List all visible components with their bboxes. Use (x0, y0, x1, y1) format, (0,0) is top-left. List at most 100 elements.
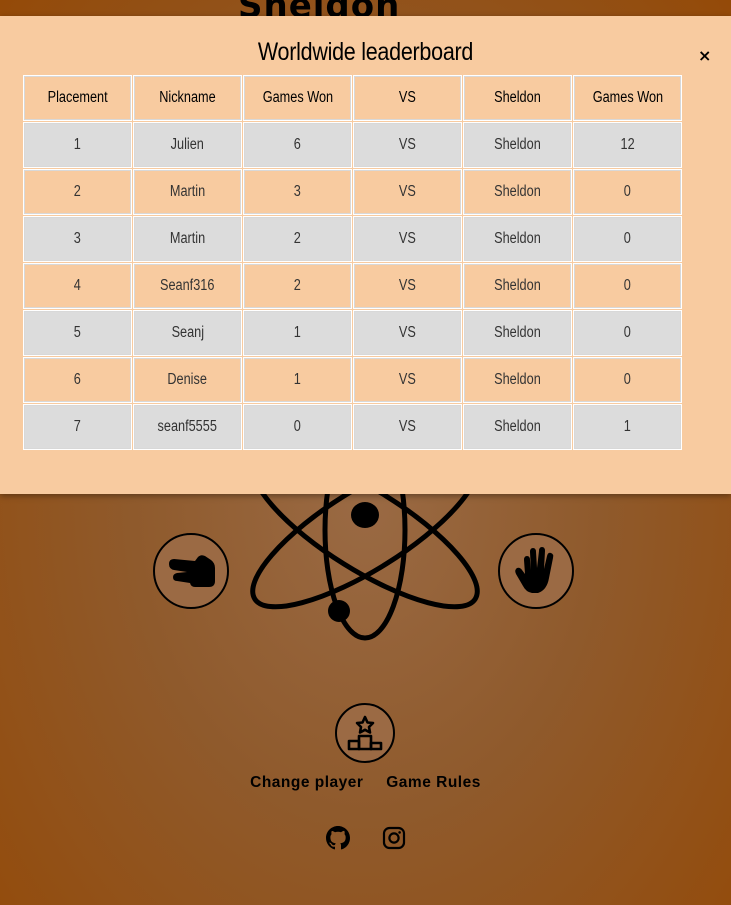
column-header: Sheldon (464, 76, 571, 120)
table-cell-text: 0 (623, 183, 632, 200)
table-cell-text: Seanf316 (160, 277, 215, 294)
table-cell-text: seanf5555 (157, 418, 218, 435)
table-cell: 5 (24, 311, 131, 355)
table-row: 2 Martin 3 VS Sheldon 0 (24, 170, 681, 214)
table-cell: 0 (574, 311, 681, 355)
table-cell-text: 0 (623, 230, 632, 247)
column-header-label: Sheldon (494, 89, 541, 106)
column-header: Nickname (134, 76, 241, 120)
column-header-label: VS (399, 89, 416, 106)
table-cell-text: 0 (623, 324, 632, 341)
table-cell-text: 3 (293, 183, 302, 200)
table-cell-text: 4 (73, 277, 82, 294)
table-row: 3 Martin 2 VS Sheldon 0 (24, 217, 681, 261)
table-cell-text: Sheldon (494, 324, 541, 341)
table-cell: Martin (134, 170, 241, 214)
table-cell-text: Seanj (171, 324, 204, 341)
table-cell: 4 (24, 264, 131, 308)
table-cell-text: Denise (167, 371, 208, 388)
table-cell: 2 (24, 170, 131, 214)
column-header: Placement (24, 76, 131, 120)
table-cell-text: VS (399, 418, 416, 435)
table-cell: VS (354, 264, 461, 308)
table-cell-text: Sheldon (494, 183, 541, 200)
table-cell: 0 (574, 170, 681, 214)
table-cell-text: VS (399, 277, 416, 294)
table-cell-text: 1 (73, 136, 82, 153)
table-cell: 1 (24, 123, 131, 167)
instagram-icon[interactable] (382, 826, 406, 850)
leaderboard-table: Placement Nickname Games Won VS Sheldon Games… (21, 73, 684, 452)
table-cell-text: Sheldon (494, 277, 541, 294)
table-cell: VS (354, 311, 461, 355)
table-row: 5 Seanj 1 VS Sheldon 0 (24, 311, 681, 355)
table-cell: 1 (574, 405, 681, 449)
scissors-button[interactable] (153, 533, 229, 609)
table-cell: VS (354, 405, 461, 449)
table-cell-text: 12 (620, 136, 635, 153)
table-cell: Sheldon (464, 217, 571, 261)
table-cell-text: 5 (73, 324, 82, 341)
table-cell: Sheldon (464, 123, 571, 167)
table-cell-text: 0 (623, 371, 632, 388)
table-cell: Julien (134, 123, 241, 167)
table-row: 7 seanf5555 0 VS Sheldon 1 (24, 405, 681, 449)
table-cell: 6 (244, 123, 351, 167)
table-cell: Sheldon (464, 264, 571, 308)
table-cell: 1 (244, 311, 351, 355)
table-cell: Sheldon (464, 311, 571, 355)
table-row: 4 Seanf316 2 VS Sheldon 0 (24, 264, 681, 308)
table-cell-text: 1 (623, 418, 632, 435)
column-header-label: Games Won (262, 89, 333, 106)
github-icon[interactable] (325, 826, 350, 850)
table-cell: VS (354, 358, 461, 402)
table-cell-text: Sheldon (494, 136, 541, 153)
modal-title: Worldwide leaderboard (257, 38, 474, 66)
hand-scissors-icon (169, 555, 215, 587)
column-header-label: Games Won (592, 89, 663, 106)
column-header-label: Nickname (159, 89, 216, 106)
change-player-link[interactable]: Change player (250, 774, 363, 791)
column-header: Games Won (574, 76, 681, 120)
hand-spock-icon (515, 547, 554, 593)
column-header-label: Placement (47, 89, 108, 106)
table-cell: 0 (574, 264, 681, 308)
table-cell: 1 (244, 358, 351, 402)
table-cell: Sheldon (464, 170, 571, 214)
table-cell-text: 2 (293, 277, 302, 294)
table-cell: VS (354, 123, 461, 167)
game-rules-link[interactable]: Game Rules (386, 774, 481, 791)
table-cell: Seanj (134, 311, 241, 355)
table-cell: 12 (574, 123, 681, 167)
leaderboard-modal: Worldwide leaderboard × Placement Nicknam… (0, 16, 731, 494)
table-cell: Sheldon (464, 405, 571, 449)
podium-star-icon (347, 715, 383, 751)
table-cell-text: 3 (73, 230, 82, 247)
table-row: 6 Denise 1 VS Sheldon 0 (24, 358, 681, 402)
table-cell-text: 6 (73, 371, 82, 388)
leaderboard-button[interactable] (335, 703, 395, 763)
table-cell-text: Julien (170, 136, 205, 153)
table-cell: seanf5555 (134, 405, 241, 449)
column-header: VS (354, 76, 461, 120)
table-cell-text: 6 (293, 136, 302, 153)
table-cell: 3 (24, 217, 131, 261)
table-cell-text: Sheldon (494, 371, 541, 388)
table-cell: 3 (244, 170, 351, 214)
table-cell: VS (354, 170, 461, 214)
table-cell: 0 (574, 217, 681, 261)
footer-links: Change player Game Rules (0, 774, 731, 792)
table-cell: Sheldon (464, 358, 571, 402)
table-cell-text: 2 (73, 183, 82, 200)
table-cell-text: 2 (293, 230, 302, 247)
table-cell-text: Martin (169, 183, 206, 200)
table-cell: Martin (134, 217, 241, 261)
table-cell: 0 (244, 405, 351, 449)
table-cell: Seanf316 (134, 264, 241, 308)
close-button[interactable]: × (698, 48, 711, 64)
table-cell: 0 (574, 358, 681, 402)
table-cell-text: VS (399, 136, 416, 153)
table-row: 1 Julien 6 VS Sheldon 12 (24, 123, 681, 167)
table-cell-text: VS (399, 371, 416, 388)
spock-button[interactable] (498, 533, 574, 609)
